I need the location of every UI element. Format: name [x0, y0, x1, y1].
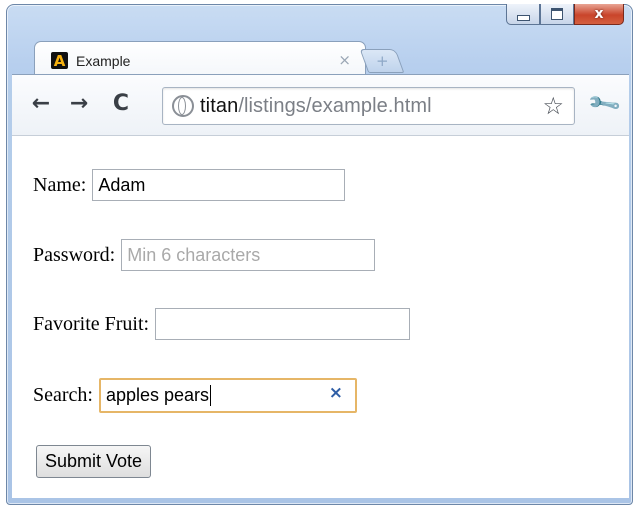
maximize-icon	[551, 8, 563, 20]
fruit-row: Favorite Fruit:	[33, 308, 411, 340]
name-row: Name: Adam	[33, 169, 346, 201]
tab-close-icon[interactable]: ×	[338, 51, 351, 69]
window-caption-buttons: x	[506, 4, 624, 26]
name-input[interactable]: Adam	[92, 169, 346, 201]
name-value: Adam	[98, 174, 146, 195]
bookmark-star-icon[interactable]: ☆	[542, 92, 564, 120]
page-content: Name: Adam Password: Min 6 characters Fa…	[12, 135, 629, 498]
maximize-button[interactable]	[540, 4, 574, 25]
reload-icon: C	[112, 90, 130, 116]
favicon-icon: A	[51, 52, 68, 70]
forward-arrow-icon: →	[69, 90, 89, 116]
forward-button[interactable]: →	[64, 83, 94, 123]
search-value: apples pears	[105, 385, 210, 405]
password-label: Password:	[33, 243, 116, 266]
address-bar[interactable]: titan/listings/example.html ☆	[162, 87, 575, 125]
clear-search-icon[interactable]: ×	[329, 383, 343, 403]
back-button[interactable]: ←	[26, 83, 56, 123]
minimize-icon	[516, 14, 530, 21]
submit-vote-button[interactable]: Submit Vote	[36, 445, 152, 478]
password-placeholder: Min 6 characters	[127, 244, 261, 265]
password-input[interactable]: Min 6 characters	[121, 239, 376, 271]
globe-icon	[172, 95, 194, 117]
password-row: Password: Min 6 characters	[33, 239, 376, 271]
close-icon: x	[594, 6, 604, 22]
wrench-icon[interactable]: 🔧	[586, 86, 623, 122]
url-host: titan	[200, 94, 239, 117]
search-row: Search: apples pears ×	[33, 378, 357, 413]
tab-title: Example	[76, 52, 131, 69]
search-input[interactable]: apples pears ×	[98, 378, 357, 413]
new-tab-button[interactable]: +	[359, 49, 405, 73]
submit-label: Submit Vote	[45, 451, 143, 471]
favicon-letter: A	[53, 52, 66, 70]
url-path: /listings/example.html	[238, 94, 432, 117]
browser-toolbar: ← → C titan/listings/example.html ☆ 🔧	[12, 74, 629, 135]
fruit-input[interactable]	[155, 308, 411, 340]
fruit-label: Favorite Fruit:	[33, 312, 150, 335]
plus-icon: +	[375, 52, 389, 70]
reload-button[interactable]: C	[106, 83, 136, 123]
url-text: titan/listings/example.html	[200, 95, 432, 118]
back-arrow-icon: ←	[31, 90, 51, 116]
minimize-button[interactable]	[506, 4, 540, 25]
window-close-button[interactable]: x	[574, 4, 624, 25]
text-caret	[210, 385, 212, 406]
name-label: Name:	[33, 173, 87, 196]
search-label: Search:	[33, 384, 93, 406]
